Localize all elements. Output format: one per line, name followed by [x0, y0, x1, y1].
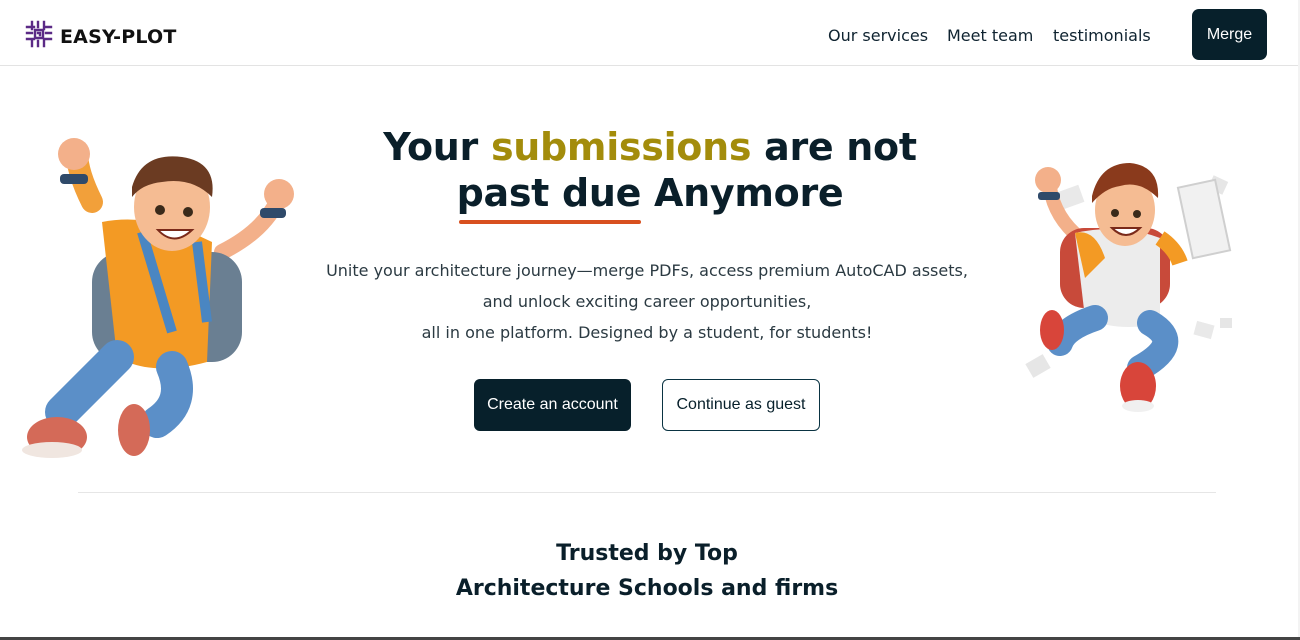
hero-title-part1: Your: [383, 125, 478, 169]
hero-title-part3: Anymore: [654, 171, 844, 215]
merge-button[interactable]: Merge: [1192, 9, 1267, 60]
hero-title-underlined: past due: [456, 171, 642, 224]
brand-logo[interactable]: EASY-PLOT: [24, 19, 177, 54]
trusted-heading: Trusted by Top Architecture Schools and …: [300, 536, 994, 606]
hero-title-highlight: submissions: [490, 125, 752, 169]
jumping-student-illustration-right: [1025, 163, 1232, 412]
top-navbar: EASY-PLOT Our services Meet team testimo…: [0, 0, 1300, 66]
nav-testimonials[interactable]: testimonials: [1053, 26, 1151, 45]
continue-as-guest-button[interactable]: Continue as guest: [662, 379, 820, 431]
hero-subtitle-line-2: and unlock exciting career opportunities…: [482, 292, 812, 311]
jumping-student-illustration-left: [22, 138, 294, 458]
hero-subtitle-line-3: all in one platform. Designed by a stude…: [421, 323, 873, 342]
trusted-line-2: Architecture Schools and firms: [455, 576, 839, 601]
create-account-button[interactable]: Create an account: [474, 379, 631, 431]
brand-name: EASY-PLOT: [60, 25, 177, 48]
nav-meet-team[interactable]: Meet team: [947, 26, 1033, 45]
logo-maze-icon: [24, 19, 54, 54]
section-divider: [78, 492, 1216, 493]
trusted-line-1: Trusted by Top: [556, 541, 738, 566]
hero-subtitle-line-1: Unite your architecture journey—merge PD…: [326, 261, 968, 280]
hero-heading: Your submissions are not past due Anymor…: [300, 124, 1000, 224]
nav-our-services[interactable]: Our services: [828, 26, 928, 45]
hero-title-part2: are not: [764, 125, 917, 169]
